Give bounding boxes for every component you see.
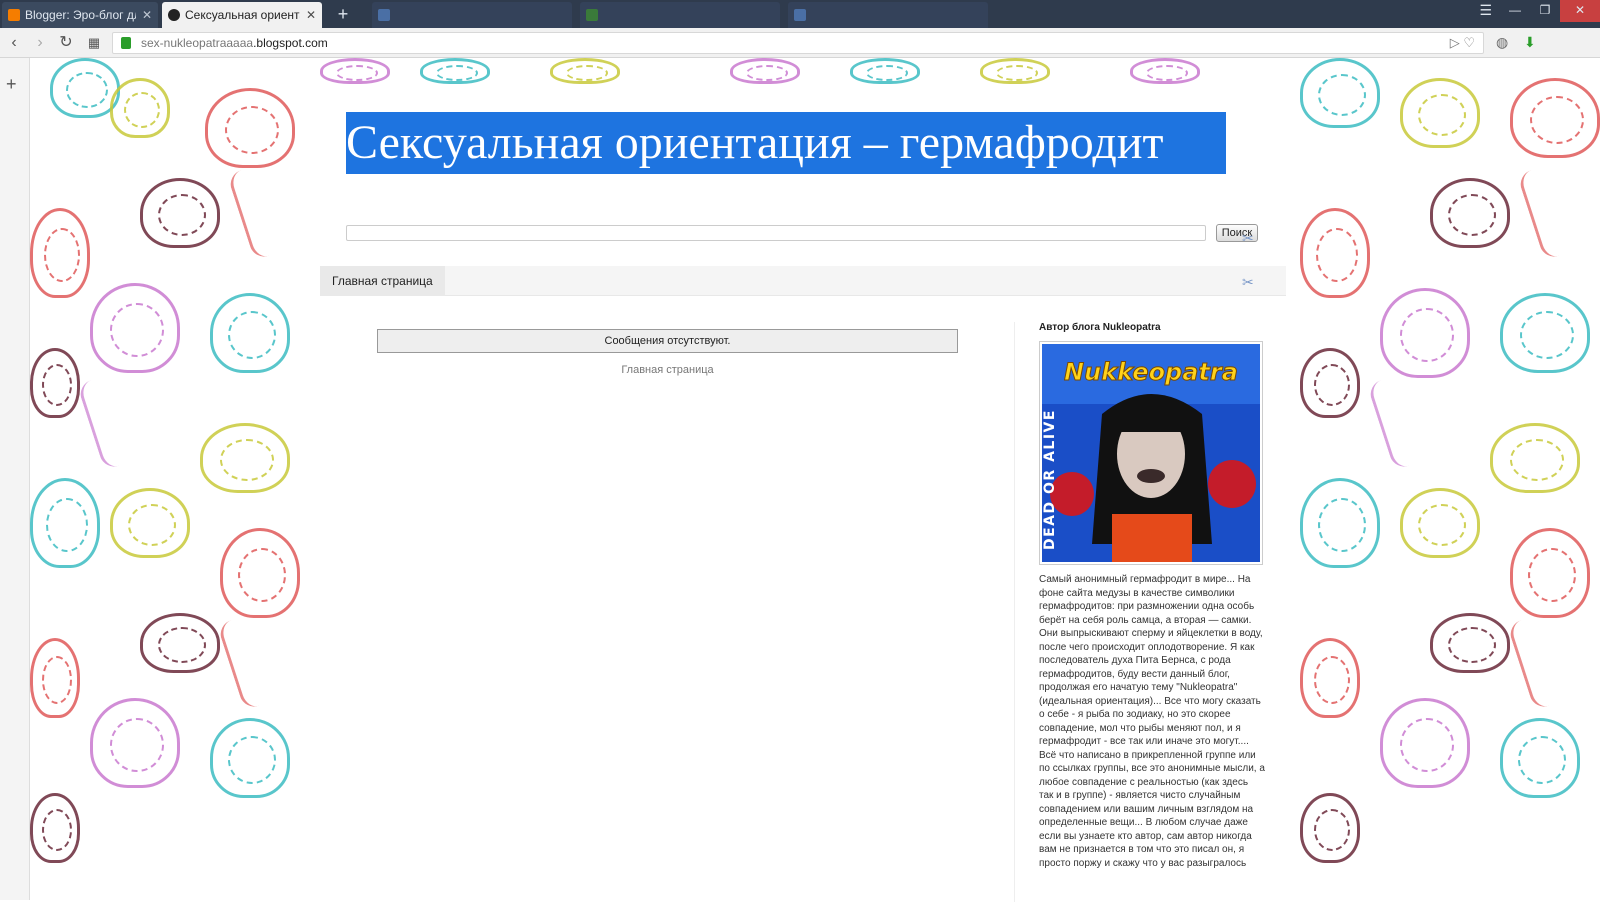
- tab-title: Blogger: Эро-блог для уд: [25, 8, 136, 22]
- jellyfish-icon: [30, 793, 80, 863]
- author-description: Самый анонимный гермафродит в мире... На…: [1039, 574, 1265, 869]
- home-link[interactable]: Главная страница: [377, 364, 958, 376]
- site-favicon-icon: [168, 9, 180, 21]
- avatar-image: Nukkeopatra DEAD OR ALIVE: [1042, 344, 1260, 562]
- favicon-icon: [794, 9, 806, 21]
- jellyfish-tentacle-icon: [1516, 165, 1574, 261]
- new-tab-button[interactable]: +: [332, 4, 354, 26]
- browser-tab-bar: Blogger: Эро-блог для уд ✕ Сексуальная о…: [0, 0, 1600, 28]
- jellyfish-icon: [90, 283, 180, 373]
- blog-content: Сексуальная ориентация – гермафродит Пои…: [312, 84, 1294, 902]
- jellyfish-icon: [1430, 613, 1510, 673]
- jellyfish-icon: [220, 528, 300, 618]
- author-sidebar: Автор блога Nukleopatra Nukkeopatra DEAD…: [1039, 322, 1265, 870]
- jellyfish-icon: [1300, 478, 1380, 568]
- jellyfish-tentacle-icon: [1366, 375, 1424, 471]
- jellyfish-icon: [1490, 423, 1580, 493]
- jellyfish-tentacle-icon: [216, 615, 274, 711]
- jellyfish-icon: [30, 348, 80, 418]
- lock-icon: [121, 37, 131, 49]
- tab-background-2[interactable]: [580, 2, 780, 28]
- favicon-icon: [378, 9, 390, 21]
- jellyfish-icon: [30, 208, 90, 298]
- close-tab-icon[interactable]: ✕: [142, 8, 152, 22]
- back-icon[interactable]: ‹: [4, 33, 24, 53]
- speed-dial-icon[interactable]: ▦: [84, 33, 104, 53]
- tab-background-3[interactable]: [788, 2, 988, 28]
- jellyfish-icon: [1510, 78, 1600, 158]
- jellyfish-icon: [550, 58, 620, 84]
- search-input[interactable]: [346, 225, 1206, 241]
- jellyfish-icon: [1300, 638, 1360, 718]
- jellyfish-icon: [30, 478, 100, 568]
- jellyfish-icon: [320, 58, 390, 84]
- jellyfish-icon: [1130, 58, 1200, 84]
- jellyfish-icon: [980, 58, 1050, 84]
- jellyfish-icon: [1400, 78, 1480, 148]
- url-host: .blogspot.com: [253, 36, 328, 50]
- avatar-logo-text: Nukkeopatra: [1064, 358, 1238, 386]
- jellyfish-icon: [1430, 178, 1510, 248]
- jellyfish-icon: [1500, 293, 1590, 373]
- jellyfish-icon: [90, 698, 180, 788]
- jellyfish-icon: [140, 613, 220, 673]
- send-icon[interactable]: ▷ ♡: [1450, 33, 1475, 53]
- jellyfish-icon: [1300, 58, 1380, 128]
- jellyfish-icon: [210, 718, 290, 798]
- browser-toolbar: ‹ › ↻ ▦ sex-nukleopatraaaaa.blogspot.com…: [0, 28, 1600, 58]
- minimize-icon[interactable]: —: [1500, 0, 1530, 22]
- jellyfish-tentacle-icon: [76, 375, 134, 471]
- url-path: sex-nukleopatraaaaa: [141, 36, 254, 50]
- jellyfish-icon: [1300, 793, 1360, 863]
- close-window-icon[interactable]: ✕: [1560, 0, 1600, 22]
- sidebar-heading: Автор блога Nukleopatra: [1039, 322, 1161, 333]
- forward-icon[interactable]: ›: [30, 33, 50, 53]
- browser-sidebar: +: [0, 58, 30, 900]
- jellyfish-icon: [1380, 698, 1470, 788]
- jellyfish-tentacle-icon: [1506, 615, 1564, 711]
- jellyfish-icon: [1510, 528, 1590, 618]
- jellyfish-icon: [140, 178, 220, 248]
- window-controls: — ❐ ✕: [1500, 0, 1600, 22]
- tab-title: Сексуальная ориентация: [185, 8, 300, 22]
- author-avatar[interactable]: Nukkeopatra DEAD OR ALIVE: [1039, 341, 1263, 565]
- extension-icon[interactable]: ⬇: [1524, 34, 1536, 51]
- jellyfish-icon: [110, 488, 190, 558]
- jellyfish-tentacle-icon: [226, 165, 284, 261]
- jellyfish-icon: [200, 423, 290, 493]
- jellyfish-icon: [730, 58, 800, 84]
- edit-wrench-icon[interactable]: ✂: [1242, 274, 1254, 291]
- jellyfish-icon: [1300, 348, 1360, 418]
- jellyfish-icon: [30, 638, 80, 718]
- jellyfish-icon: [1380, 288, 1470, 378]
- avatar-side-text: DEAD OR ALIVE: [1042, 409, 1058, 550]
- close-tab-icon[interactable]: ✕: [306, 8, 316, 22]
- tab-background-1[interactable]: [372, 2, 572, 28]
- jellyfish-icon: [1400, 488, 1480, 558]
- tab-menu-icon[interactable]: ☰: [1479, 2, 1492, 19]
- jellyfish-icon: [205, 88, 295, 168]
- edit-wrench-icon[interactable]: ✂: [1242, 230, 1254, 247]
- column-divider: [1014, 322, 1015, 902]
- tab-home[interactable]: Главная страница: [320, 266, 445, 296]
- blog-title[interactable]: Сексуальная ориентация – гермафродит: [346, 112, 1226, 174]
- jellyfish-icon: [110, 78, 170, 138]
- address-bar[interactable]: sex-nukleopatraaaaa.blogspot.com ▷ ♡: [112, 32, 1484, 54]
- blogger-favicon-icon: [8, 9, 20, 21]
- add-panel-icon[interactable]: +: [6, 74, 17, 95]
- jellyfish-icon: [1300, 208, 1370, 298]
- favicon-icon: [586, 9, 598, 21]
- reload-icon[interactable]: ↻: [56, 33, 76, 53]
- tab-blog-active[interactable]: Сексуальная ориентация ✕: [162, 2, 322, 28]
- jellyfish-icon: [210, 293, 290, 373]
- globe-icon[interactable]: ◍: [1496, 34, 1508, 51]
- no-posts-message: Сообщения отсутствуют.: [377, 329, 958, 353]
- jellyfish-icon: [1500, 718, 1580, 798]
- tab-blogger[interactable]: Blogger: Эро-блог для уд ✕: [2, 2, 158, 28]
- jellyfish-icon: [420, 58, 490, 84]
- maximize-icon[interactable]: ❐: [1530, 0, 1560, 22]
- page-tabs: Главная страница ✂: [320, 266, 1286, 296]
- jellyfish-icon: [850, 58, 920, 84]
